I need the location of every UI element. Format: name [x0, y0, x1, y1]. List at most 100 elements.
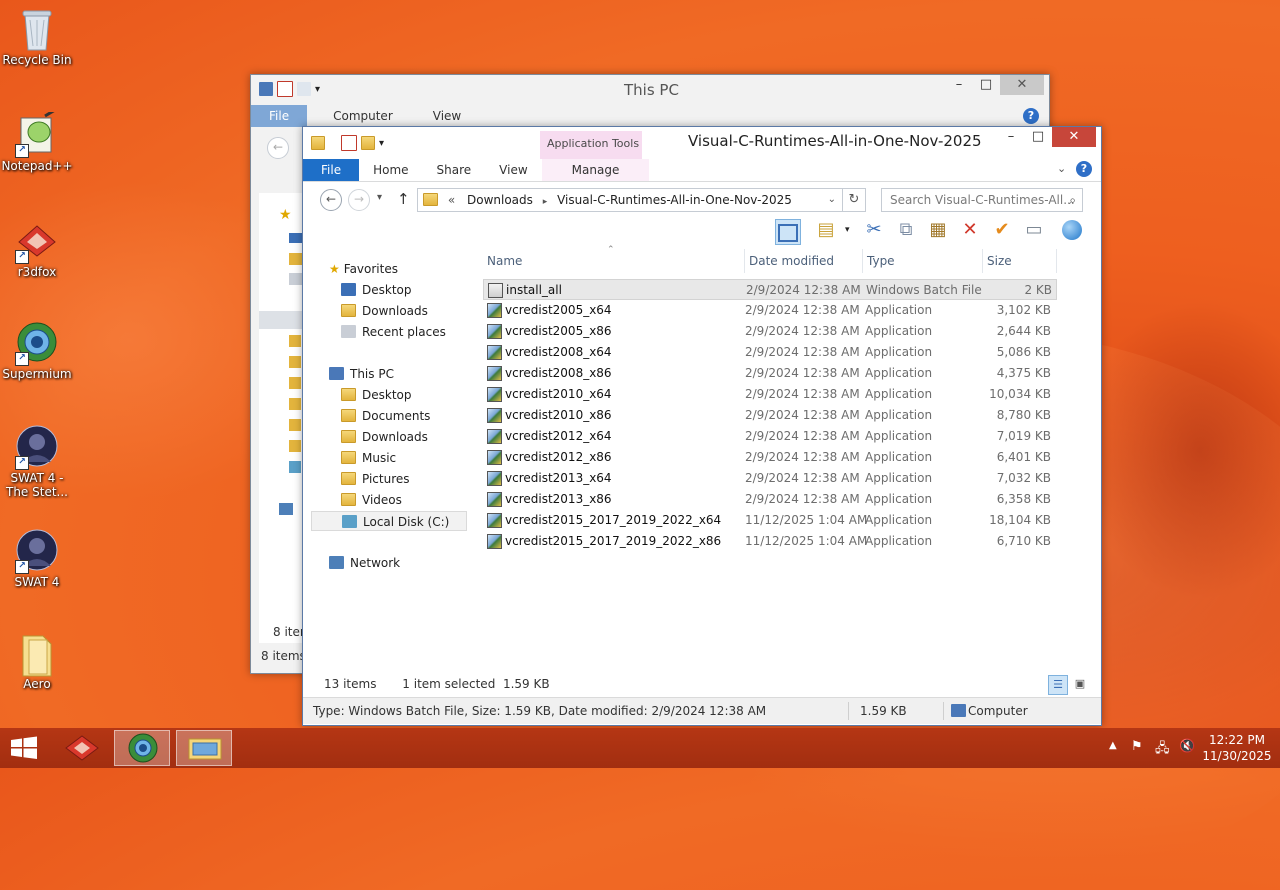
nav-network[interactable]: Network	[329, 553, 400, 573]
tab-file[interactable]: File	[251, 105, 308, 127]
nav-favorites[interactable]: ★ Favorites	[329, 259, 398, 279]
minimize-button[interactable]: –	[1001, 127, 1021, 147]
search-input[interactable]: Search Visual-C-Runtimes-All... ⌕	[881, 188, 1083, 212]
globe-icon[interactable]	[1059, 217, 1085, 243]
network-status-icon[interactable]: 🖧	[1155, 739, 1170, 761]
nav-this-pc[interactable]: This PC	[329, 364, 394, 384]
tab-view[interactable]: View	[485, 159, 541, 181]
help-icon[interactable]: ?	[1023, 108, 1039, 124]
taskbar-supermium[interactable]	[114, 730, 170, 766]
rename-icon[interactable]: ✔	[989, 217, 1015, 243]
back-button[interactable]: ←	[320, 189, 342, 211]
explorer-window[interactable]: ▾ Application Tools Visual-C-Runtimes-Al…	[302, 126, 1102, 726]
file-row[interactable]: vcredist2015_2017_2019_2022_x86 11/12/202…	[483, 531, 1057, 552]
recent-locations-icon[interactable]: ▾	[377, 192, 382, 203]
file-row[interactable]: vcredist2008_x86 2/9/2024 12:38 AM Applica…	[483, 363, 1057, 384]
this-pc-item[interactable]	[259, 311, 303, 329]
file-row[interactable]: vcredist2005_x64 2/9/2024 12:38 AM Applica…	[483, 300, 1057, 321]
column-header-size[interactable]: Size	[983, 249, 1057, 273]
details-text: Type: Windows Batch File, Size: 1.59 KB,…	[313, 704, 767, 718]
delete-icon[interactable]: ✕	[957, 217, 983, 243]
cut-icon[interactable]: ✂	[861, 217, 887, 243]
tab-manage[interactable]: Manage	[541, 159, 650, 181]
preview-pane-button[interactable]	[775, 219, 801, 245]
address-dropdown-icon[interactable]: ⌄	[828, 189, 836, 211]
clock[interactable]: 12:22 PM 11/30/2025	[1201, 732, 1273, 764]
desktop-icon-swat4-stetchkov[interactable]: ↗ SWAT 4 - The Stet...	[0, 424, 74, 499]
properties-icon[interactable]	[277, 81, 293, 97]
address-bar[interactable]: « Downloads ▸ Visual-C-Runtimes-All-in-O…	[417, 188, 843, 212]
file-row[interactable]: vcredist2010_x64 2/9/2024 12:38 AM Applica…	[483, 384, 1057, 405]
nav-fav-downloads[interactable]: Downloads	[341, 301, 428, 321]
desktop-icon-r3dfox[interactable]: ↗ r3dfox	[0, 218, 74, 279]
ribbon-expand-icon[interactable]: ⌄	[1057, 162, 1066, 175]
tab-view[interactable]: View	[419, 105, 475, 127]
desktop-icon-aero[interactable]: Aero	[0, 630, 74, 691]
nav-pc-music[interactable]: Music	[341, 448, 396, 468]
close-button[interactable]: ✕	[1052, 127, 1096, 147]
nav-pc-videos[interactable]: Videos	[341, 490, 402, 510]
desktop-icon-supermium[interactable]: ↗ Supermium	[0, 320, 74, 381]
breadcrumb-current[interactable]: Visual-C-Runtimes-All-in-One-Nov-2025	[557, 193, 792, 207]
file-row[interactable]: vcredist2013_x64 2/9/2024 12:38 AM Applica…	[483, 468, 1057, 489]
taskbar-r3dfox[interactable]	[54, 730, 110, 766]
taskbar-file-explorer[interactable]	[176, 730, 232, 766]
address-overflow[interactable]: «	[448, 193, 455, 207]
file-row[interactable]: vcredist2015_2017_2019_2022_x64 11/12/202…	[483, 510, 1057, 531]
desktop-icon-notepad-plus-plus[interactable]: ↗ Notepad++	[0, 108, 74, 173]
nav-fav-desktop[interactable]: Desktop	[341, 280, 412, 300]
new-folder-icon[interactable]	[361, 136, 375, 150]
copy-icon[interactable]: ⧉	[893, 217, 919, 243]
nav-pc-local-disk[interactable]: Local Disk (C:)	[311, 511, 467, 531]
this-pc-status-count: 8 items	[261, 649, 306, 663]
start-button[interactable]	[0, 730, 48, 766]
file-row[interactable]: vcredist2012_x86 2/9/2024 12:38 AM Applica…	[483, 447, 1057, 468]
column-header-type[interactable]: Type	[863, 249, 983, 273]
column-header-name[interactable]: Name	[483, 249, 745, 273]
desktop-icon-swat4[interactable]: ↗ SWAT 4	[0, 528, 74, 589]
nav-pc-downloads[interactable]: Downloads	[341, 427, 428, 447]
column-header-date[interactable]: Date modified	[745, 249, 863, 273]
nav-pc-desktop[interactable]: Desktop	[341, 385, 412, 405]
star-icon: ★	[329, 262, 340, 276]
nav-fav-recent[interactable]: Recent places	[341, 322, 446, 342]
breadcrumb-downloads[interactable]: Downloads	[467, 193, 533, 207]
properties-dropdown-icon[interactable]: ▾	[845, 225, 850, 235]
nav-pc-documents[interactable]: Documents	[341, 406, 430, 426]
tab-file[interactable]: File	[303, 159, 360, 181]
nav-pc-pictures[interactable]: Pictures	[341, 469, 410, 489]
qat-dropdown-icon[interactable]: ▾	[315, 84, 320, 95]
file-row[interactable]: vcredist2010_x86 2/9/2024 12:38 AM Applica…	[483, 405, 1057, 426]
new-folder-icon[interactable]	[297, 82, 311, 96]
close-button[interactable]: ✕	[1000, 75, 1044, 95]
open-icon[interactable]: ▭	[1021, 217, 1047, 243]
tab-home[interactable]: Home	[359, 159, 422, 181]
file-list[interactable]: ⌃ Name Date modified Type Size install_a…	[483, 245, 1063, 679]
back-button[interactable]: ←	[267, 137, 289, 159]
volume-muted-icon[interactable]: 🔇	[1179, 739, 1195, 754]
action-center-flag-icon[interactable]: ⚑	[1131, 739, 1143, 754]
maximize-button[interactable]: □	[1028, 127, 1048, 147]
help-icon[interactable]: ?	[1076, 161, 1092, 177]
file-row[interactable]: install_all 2/9/2024 12:38 AM Windows Batc…	[483, 279, 1057, 300]
qat-dropdown-icon[interactable]: ▾	[379, 138, 384, 149]
up-button[interactable]: ↑	[397, 190, 410, 208]
file-row[interactable]: vcredist2013_x86 2/9/2024 12:38 AM Applica…	[483, 489, 1057, 510]
file-row[interactable]: vcredist2005_x86 2/9/2024 12:38 AM Applica…	[483, 321, 1057, 342]
minimize-button[interactable]: –	[949, 75, 969, 95]
maximize-button[interactable]: □	[976, 75, 996, 95]
refresh-button[interactable]: ↻	[842, 188, 866, 212]
properties-icon[interactable]: ▤	[813, 217, 839, 243]
this-pc-titlebar[interactable]: ▾ This PC – □ ✕	[251, 75, 1049, 103]
file-row[interactable]: vcredist2012_x64 2/9/2024 12:38 AM Applica…	[483, 426, 1057, 447]
drive-icon	[342, 515, 357, 528]
explorer-titlebar[interactable]: ▾ Application Tools Visual-C-Runtimes-Al…	[303, 127, 1101, 181]
properties-icon[interactable]	[341, 135, 357, 151]
tab-computer[interactable]: Computer	[307, 105, 419, 127]
desktop-icon-recycle-bin[interactable]: Recycle Bin	[0, 6, 74, 67]
show-hidden-icons-button[interactable]: ▲	[1109, 740, 1117, 751]
forward-button[interactable]: →	[348, 189, 370, 211]
paste-icon[interactable]: ▦	[925, 217, 951, 243]
tab-share[interactable]: Share	[423, 159, 486, 181]
file-row[interactable]: vcredist2008_x64 2/9/2024 12:38 AM Applica…	[483, 342, 1057, 363]
